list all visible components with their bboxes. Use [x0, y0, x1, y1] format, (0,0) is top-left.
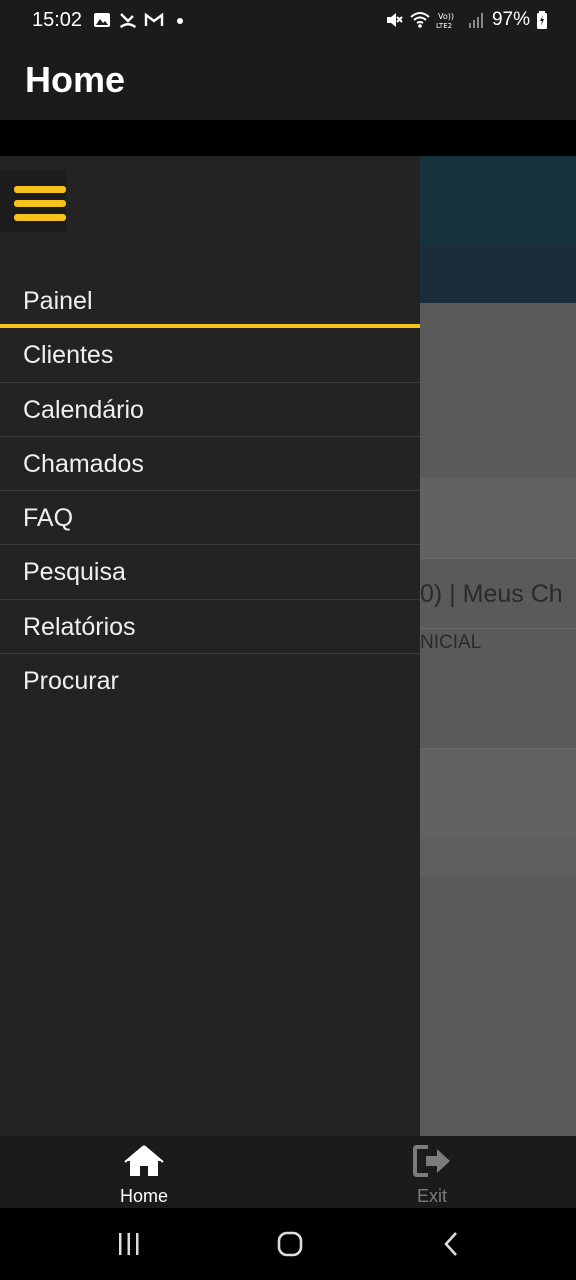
menu-item-label: Chamados — [23, 449, 144, 478]
notification-icons — [92, 10, 190, 30]
missed-call-icon — [120, 13, 136, 28]
background-tab-text: 0) | Meus Ch — [420, 580, 563, 608]
menu-item-label: Clientes — [23, 341, 114, 370]
menu-item-label: FAQ — [23, 504, 74, 533]
menu-item-calendario[interactable]: Calendário — [0, 383, 420, 437]
svg-text:LTE2: LTE2 — [436, 22, 452, 30]
menu-item-faq[interactable]: FAQ — [0, 491, 420, 546]
nav-exit-label: Exit — [416, 1186, 447, 1206]
divider-strip — [0, 120, 576, 156]
menu-item-label: Calendário — [23, 395, 144, 424]
menu-item-clientes[interactable]: Clientes — [0, 328, 420, 383]
gmail-icon — [144, 12, 164, 26]
status-bar: 15:02 Vo)) LTE2 97% — [0, 0, 576, 40]
menu-item-label: Procurar — [23, 667, 119, 696]
system-navigation-bar — [0, 1208, 576, 1280]
bottom-navigation: Home Exit — [0, 1136, 576, 1208]
back-icon[interactable] — [440, 1230, 462, 1258]
menu-item-relatorios[interactable]: Relatórios — [0, 600, 420, 655]
volte-icon: Vo))LTE2 — [436, 12, 454, 30]
menu-item-painel[interactable]: Painel — [0, 274, 420, 329]
background-label-text: NICIAL — [420, 632, 482, 653]
menu-item-label: Pesquisa — [23, 558, 126, 587]
menu-item-label: Relatórios — [23, 612, 136, 641]
nav-home-button[interactable]: Home — [0, 1136, 288, 1208]
status-time: 15:02 — [32, 9, 83, 31]
recent-apps-icon[interactable] — [116, 1230, 142, 1258]
menu-item-procurar[interactable]: Procurar — [0, 654, 420, 708]
menu-item-label: Painel — [23, 287, 93, 315]
home-system-icon[interactable] — [276, 1230, 304, 1258]
menu-item-pesquisa[interactable]: Pesquisa — [0, 545, 420, 600]
hamburger-menu-icon[interactable] — [0, 170, 66, 232]
menu-item-chamados[interactable]: Chamados — [0, 437, 420, 492]
signal-icon — [468, 13, 483, 28]
gallery-icon — [94, 13, 110, 27]
svg-text:Vo)): Vo)) — [438, 12, 454, 21]
battery-percent: 97% — [491, 9, 530, 30]
exit-icon — [413, 1145, 450, 1177]
app-bar: Home — [0, 40, 576, 120]
wifi-icon — [410, 12, 430, 28]
battery-icon — [537, 11, 547, 29]
dot-icon — [177, 18, 183, 24]
page-title: Home — [25, 59, 126, 100]
nav-exit-button[interactable]: Exit — [288, 1136, 576, 1208]
system-icons: Vo)) LTE2 97% — [384, 9, 548, 31]
navigation-drawer: Painel Clientes Calendário Chamados FAQ … — [0, 156, 420, 1136]
mute-icon — [386, 13, 403, 27]
home-icon — [124, 1145, 164, 1176]
drawer-menu: Painel Clientes Calendário Chamados FAQ … — [0, 274, 420, 708]
nav-home-label: Home — [119, 1186, 168, 1206]
